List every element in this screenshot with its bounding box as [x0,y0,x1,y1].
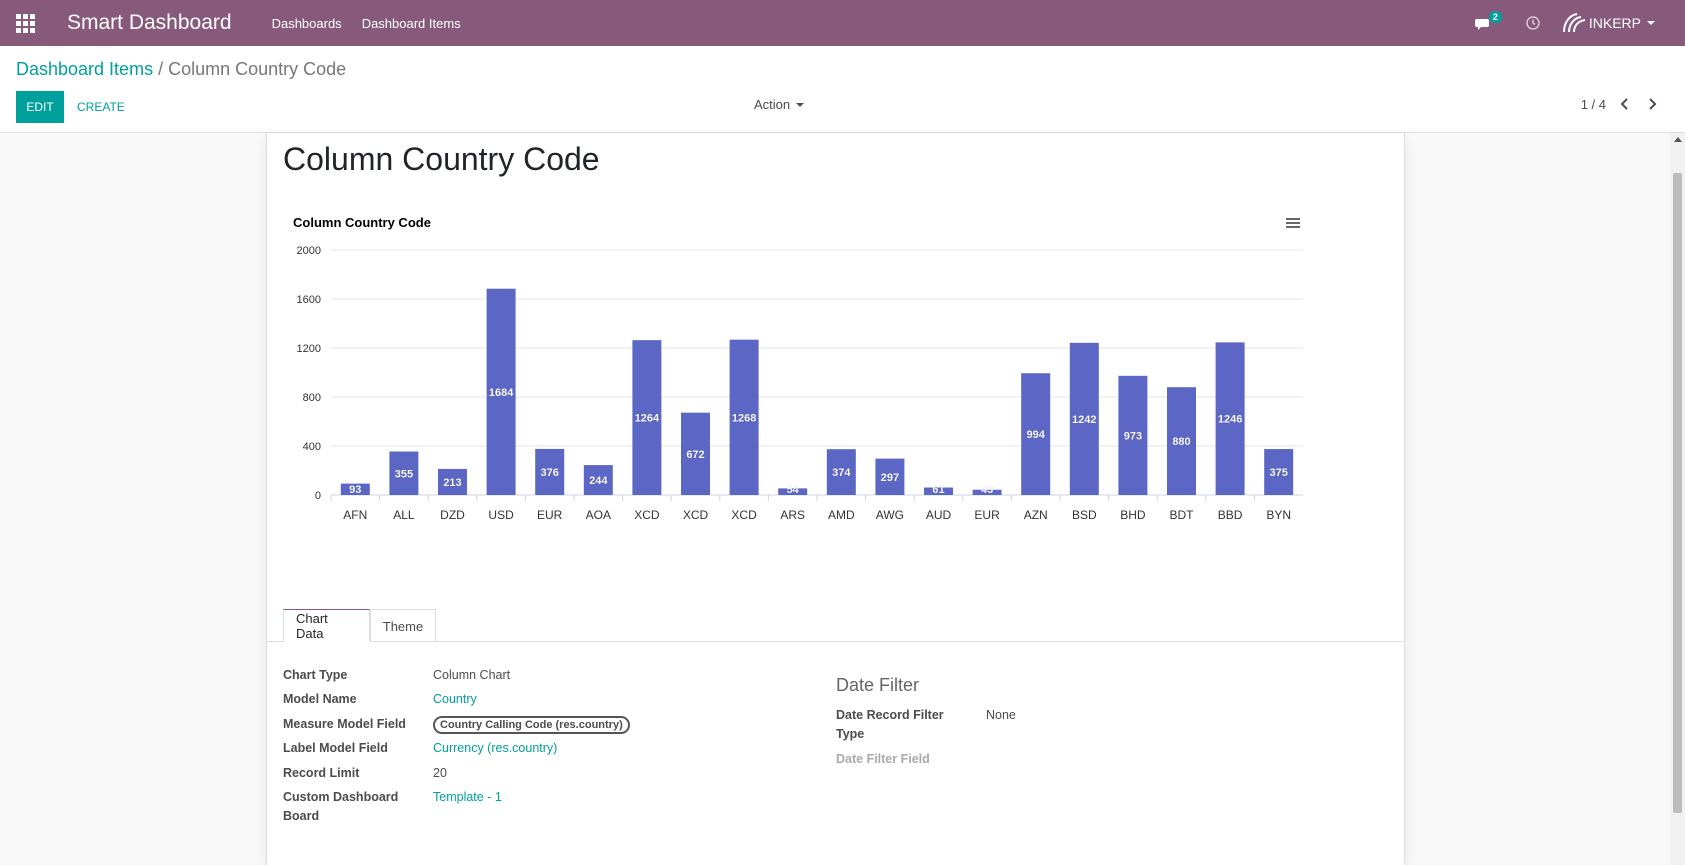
scroll-up-arrow-icon[interactable] [1674,137,1682,142]
nav-menu-dashboard-items[interactable]: Dashboard Items [362,16,461,31]
x-tick-label: BDT [1170,508,1195,522]
chart-type-label: Chart Type [283,668,348,682]
bar-data-label: 672 [686,449,704,461]
pager-value[interactable]: 1 / 4 [1581,97,1606,112]
y-tick-label: 400 [303,441,321,453]
label-field-link[interactable]: Currency (res.country) [433,739,557,758]
chevron-down-icon [1647,21,1655,25]
bar-data-label: 880 [1172,436,1190,448]
x-tick-label: BHD [1120,508,1146,522]
bar-data-label: 376 [541,467,559,479]
bar-data-label: 297 [881,472,899,484]
bar-data-label: 43 [981,484,993,496]
date-record-filter-label: Date Record Filter Type [836,708,944,741]
control-panel: Dashboard Items / Column Country Code EDIT… [0,46,1685,133]
x-tick-label: BYN [1266,508,1291,522]
measure-field-tag[interactable]: Country Calling Code (res.country) [433,716,630,734]
x-tick-label: AMD [828,508,855,522]
top-navbar: Smart Dashboard Dashboards Dashboard Ite… [0,0,1685,46]
x-tick-label: EUR [537,508,563,522]
bar-data-label: 1246 [1218,414,1242,426]
bar-data-label: 213 [443,477,461,489]
pager-previous-icon[interactable] [1617,96,1633,112]
record-limit-label: Record Limit [283,766,360,780]
notebook-tabs: Chart Data Theme [267,609,1404,642]
action-dropdown[interactable]: Action [754,97,805,112]
x-tick-label: XCD [683,508,709,522]
chart-type-value: Column Chart [433,668,511,682]
bar-data-label: 1242 [1072,414,1096,426]
bar-data-label: 973 [1124,430,1142,442]
breadcrumb-separator: / [158,59,164,79]
bar-data-label: 374 [832,467,851,479]
tab-chart-data[interactable]: Chart Data [283,609,370,642]
x-tick-label: DZD [440,508,465,522]
custom-board-link[interactable]: Template - 1 [433,788,502,807]
chat-icon[interactable]: 2 [1474,11,1502,33]
tab-theme[interactable]: Theme [370,609,436,642]
x-tick-label: XCD [731,508,757,522]
measure-field-label: Measure Model Field [283,717,406,731]
breadcrumb: Dashboard Items / Column Country Code [16,59,346,80]
date-record-filter-value: None [986,708,1016,722]
chat-count-badge: 2 [1488,11,1502,23]
form-sheet: Column Country Code Column Country Code … [266,133,1405,865]
bar-data-label: 1268 [732,412,756,424]
activity-clock-icon[interactable] [1525,15,1541,31]
y-tick-label: 1200 [297,343,321,355]
x-tick-label: ALL [393,508,415,522]
model-name-label: Model Name [283,692,357,706]
bar-data-label: 1684 [489,387,514,399]
record-title: Column Country Code [283,141,600,177]
x-tick-label: AFN [343,508,367,522]
chart-menu-icon[interactable] [1286,218,1300,228]
bar-data-label: 355 [395,468,413,480]
pager-next-icon[interactable] [1644,96,1660,112]
action-dropdown-label: Action [754,97,791,112]
y-tick-label: 1600 [297,294,321,306]
x-tick-label: BSD [1072,508,1097,522]
record-limit-value: 20 [433,766,447,780]
chart-title: Column Country Code [293,215,431,230]
breadcrumb-current: Column Country Code [168,59,347,79]
x-tick-label: EUR [974,508,1000,522]
create-button[interactable]: CREATE [77,91,125,123]
x-tick-label: AUD [926,508,952,522]
model-name-link[interactable]: Country [433,690,477,709]
chart-container: Column Country Code 0 400 800 1200 1600 2000 … [283,205,1390,545]
bar-data-label: 244 [589,475,608,487]
chevron-down-icon [796,102,805,107]
x-tick-label: AZN [1024,508,1048,522]
y-tick-label: 0 [315,490,321,502]
bar-data-label: 1264 [635,413,660,425]
scrollbar-thumb[interactable] [1673,173,1682,813]
x-tick-label: BBD [1218,508,1243,522]
bar-data-label: 61 [932,484,944,496]
nav-menu-dashboards[interactable]: Dashboards [272,16,342,31]
breadcrumb-parent-link[interactable]: Dashboard Items [16,59,153,79]
x-tick-label: AOA [586,508,611,522]
x-tick-label: AWG [876,508,904,522]
company-switcher[interactable]: INKERP [1561,12,1655,34]
x-tick-label: XCD [634,508,660,522]
x-tick-label: USD [488,508,514,522]
company-logo-icon [1562,13,1586,33]
y-tick-label: 2000 [297,245,321,257]
date-filter-title: Date Filter [836,675,920,695]
custom-board-label: Custom Dashboard Board [283,790,399,823]
label-field-label: Label Model Field [283,741,388,755]
column-chart: Column Country Code 0400800120016002000 … [293,215,1303,522]
app-title: Smart Dashboard [67,11,232,34]
bar-data-label: 375 [1270,467,1288,479]
bar-data-label: 93 [349,484,361,496]
y-tick-label: 800 [303,392,321,404]
bar-data-label: 994 [1027,429,1046,441]
apps-menu-icon[interactable] [0,0,50,46]
x-tick-label: ARS [780,508,805,522]
edit-button[interactable]: EDIT [16,91,64,123]
page-scrollbar[interactable] [1670,133,1685,865]
date-filter-field-label: Date Filter Field [836,752,930,766]
company-name: INKERP [1588,15,1641,31]
bar-data-label: 54 [787,484,800,496]
